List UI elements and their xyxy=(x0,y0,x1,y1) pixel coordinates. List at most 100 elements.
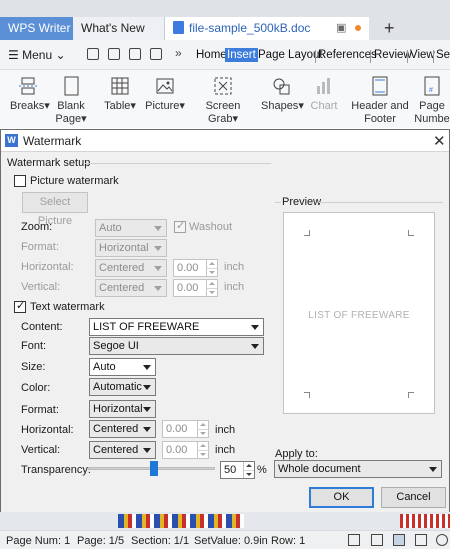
color-value: Automatic xyxy=(93,381,142,393)
spin-down-icon[interactable] xyxy=(197,429,208,437)
text-watermark-checkbox[interactable]: ✓ xyxy=(14,300,26,313)
content-input[interactable]: LIST OF FREEWARE xyxy=(89,318,264,336)
tab-document[interactable]: file-sample_500kB.doc ▣ xyxy=(165,17,369,40)
picture-icon xyxy=(156,78,174,94)
text-vertical-select[interactable]: Centered xyxy=(89,441,156,459)
picture-format-select[interactable]: Horizontal xyxy=(95,239,167,257)
chevron-down-icon xyxy=(143,407,151,412)
tab-section[interactable]: Sec xyxy=(436,49,450,61)
color-select[interactable]: Automatic xyxy=(89,378,156,396)
spin-up-icon[interactable] xyxy=(206,260,217,268)
page-number-label-2: Numbe xyxy=(414,113,450,125)
text-horizontal-select[interactable]: Centered xyxy=(89,420,156,438)
spin-up-icon[interactable] xyxy=(197,442,208,450)
tab-references[interactable]: References xyxy=(318,49,377,61)
chevron-down-icon xyxy=(154,246,162,251)
header-footer-label-1: Header and xyxy=(351,100,409,112)
tab-view[interactable]: View xyxy=(410,49,435,61)
text-format-select[interactable]: Horizontal xyxy=(89,400,156,418)
font-select[interactable]: Segoe UI xyxy=(89,337,264,355)
table-icon xyxy=(111,77,129,95)
page-number-icon: # xyxy=(424,76,440,96)
outline-icon[interactable] xyxy=(415,534,427,546)
select-picture-button[interactable]: Select Picture xyxy=(22,192,88,227)
transparency-slider-thumb[interactable] xyxy=(149,461,158,476)
shapes-label: Shapes xyxy=(261,100,299,112)
status-section: Section: 1/1 xyxy=(131,535,190,547)
washout-checkbox[interactable]: ✓ xyxy=(174,220,186,233)
fullscreen-icon[interactable] xyxy=(348,534,360,546)
transparency-spinner[interactable]: 50 xyxy=(220,461,255,479)
picture-vertical-offset[interactable]: 0.00 xyxy=(173,279,218,297)
blank-page-button[interactable]: Blank Page▾ xyxy=(54,76,88,126)
chart-icon xyxy=(317,78,330,94)
picture-vertical-label: Vertical: xyxy=(21,281,61,293)
new-tab-icon[interactable]: + xyxy=(384,17,395,40)
blank-page-label-1: Blank xyxy=(57,100,85,112)
tab-wps-writer[interactable]: WPS Writer xyxy=(0,17,73,40)
web-layout-icon[interactable] xyxy=(371,534,383,546)
document-image-strip xyxy=(400,514,450,528)
table-label: Table xyxy=(104,100,131,112)
dialog-title-bar: W Watermark ✕ xyxy=(1,130,449,152)
picture-button[interactable]: Picture▾ xyxy=(144,76,186,113)
unsaved-dot-icon xyxy=(355,25,361,31)
page-number-button[interactable]: # Page Numbe xyxy=(414,76,450,126)
reading-mode-icon[interactable] xyxy=(436,534,448,546)
size-select[interactable]: Auto xyxy=(89,358,156,376)
chart-button[interactable]: Chart xyxy=(309,76,339,113)
tab-separator xyxy=(370,50,371,63)
size-label: Size: xyxy=(21,361,46,373)
chevron-down-icon xyxy=(143,365,151,370)
save-icon[interactable] xyxy=(108,48,120,60)
close-icon[interactable]: ✕ xyxy=(433,132,446,150)
spin-down-icon[interactable] xyxy=(243,470,254,478)
picture-horizontal-offset[interactable]: 0.00 xyxy=(173,259,218,277)
spin-up-icon[interactable] xyxy=(243,462,254,470)
table-button[interactable]: Table▾ xyxy=(103,76,137,113)
menu-button[interactable]: ☰ Menu ⌄ xyxy=(8,48,66,62)
screen-grab-button[interactable]: Screen Grab▾ xyxy=(192,76,254,126)
tab-home[interactable]: Home xyxy=(196,49,227,61)
print-preview-icon[interactable] xyxy=(129,48,141,60)
status-page[interactable]: Page: 1/5 xyxy=(77,535,124,547)
open-icon[interactable] xyxy=(87,48,99,60)
monitor-icon[interactable]: ▣ xyxy=(336,17,346,40)
text-vertical-offset[interactable]: 0.00 xyxy=(162,441,209,459)
zoom-select[interactable]: Auto xyxy=(95,219,167,237)
status-set-value: SetValue: 0.9in xyxy=(194,535,268,547)
more-chevron-icon[interactable]: » xyxy=(175,46,182,60)
breaks-button[interactable]: Breaks▾ xyxy=(10,76,50,113)
picture-vertical-select[interactable]: Centered xyxy=(95,279,167,297)
text-horizontal-unit: inch xyxy=(215,424,236,436)
shapes-button[interactable]: Shapes▾ xyxy=(261,76,304,113)
picture-watermark-checkbox[interactable] xyxy=(14,175,26,187)
header-footer-label-2: Footer xyxy=(364,113,396,125)
chart-label: Chart xyxy=(310,100,338,112)
print-icon[interactable] xyxy=(150,48,162,60)
checkmark-icon: ✓ xyxy=(176,220,186,232)
header-footer-button[interactable]: Header and Footer xyxy=(351,76,409,126)
breaks-label: Breaks xyxy=(10,100,45,112)
spin-down-icon[interactable] xyxy=(206,288,217,296)
ok-button[interactable]: OK xyxy=(309,487,374,508)
text-watermark-label: Text watermark xyxy=(30,301,105,313)
text-vertical-label: Vertical: xyxy=(21,444,61,456)
zoom-label: Zoom: xyxy=(21,221,53,233)
tab-whats-new[interactable]: What's New xyxy=(73,17,165,40)
status-bar: Page Num: 1 Page: 1/5 Section: 1/1 SetVa… xyxy=(0,530,450,549)
tab-insert[interactable]: Insert xyxy=(225,48,258,62)
text-horizontal-offset[interactable]: 0.00 xyxy=(162,420,209,438)
dropdown-arrow-icon: ▾ xyxy=(179,100,185,112)
picture-horizontal-select[interactable]: Centered xyxy=(95,259,167,277)
tab-page-layout[interactable]: Page Layout xyxy=(258,49,323,61)
spin-up-icon[interactable] xyxy=(197,421,208,429)
spin-up-icon[interactable] xyxy=(206,280,217,288)
page-layout-icon[interactable] xyxy=(393,534,405,546)
text-vertical-offset-value: 0.00 xyxy=(166,444,188,456)
cancel-button[interactable]: Cancel xyxy=(381,487,446,508)
apply-to-select[interactable]: Whole document xyxy=(274,460,442,478)
spin-down-icon[interactable] xyxy=(197,450,208,458)
chevron-down-icon xyxy=(251,344,259,349)
spin-down-icon[interactable] xyxy=(206,268,217,276)
